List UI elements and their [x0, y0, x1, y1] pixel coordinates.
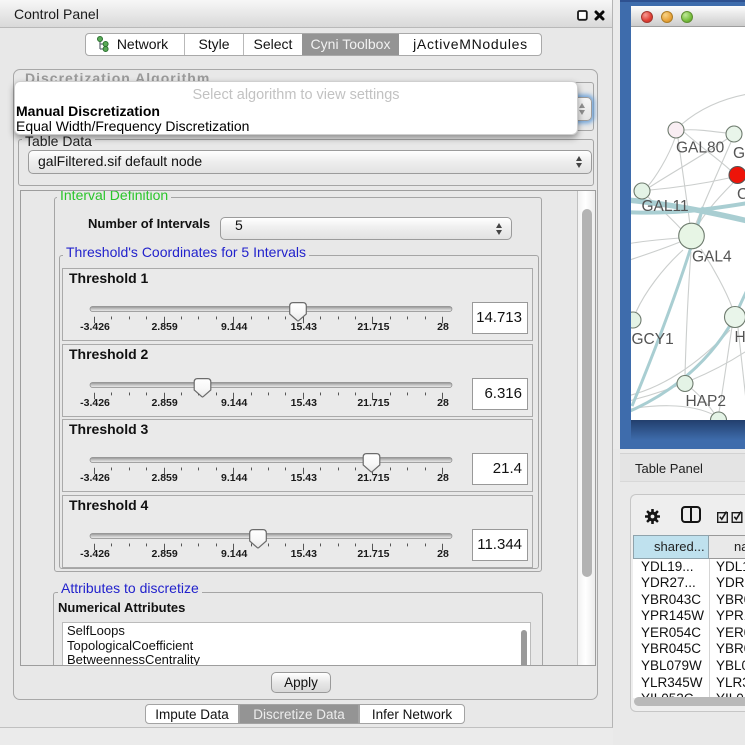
svg-text:9.144: 9.144 [221, 548, 247, 560]
svg-text:HAP2: HAP2 [686, 393, 727, 410]
svg-text:15.43: 15.43 [291, 321, 317, 333]
svg-text:9.144: 9.144 [221, 397, 247, 409]
svg-text:28: 28 [437, 397, 449, 409]
svg-text:21.715: 21.715 [357, 548, 389, 560]
svg-text:15.43: 15.43 [291, 397, 317, 409]
svg-text:15.43: 15.43 [291, 472, 317, 484]
svg-text:GAL11: GAL11 [642, 198, 689, 215]
svg-text:21.715: 21.715 [357, 472, 389, 484]
svg-text:-3.426: -3.426 [80, 397, 110, 409]
svg-text:HIS4: HIS4 [735, 329, 745, 346]
svg-text:9.144: 9.144 [221, 321, 247, 333]
svg-text:GAL80: GAL80 [676, 140, 725, 157]
svg-text:CYC8: CYC8 [737, 186, 745, 203]
svg-text:28: 28 [437, 548, 449, 560]
svg-text:GCY1: GCY1 [632, 331, 674, 348]
svg-text:2.859: 2.859 [151, 321, 177, 333]
svg-text:21.715: 21.715 [357, 397, 389, 409]
svg-text:-3.426: -3.426 [80, 321, 110, 333]
svg-text:-3.426: -3.426 [80, 472, 110, 484]
svg-text:9.144: 9.144 [221, 472, 247, 484]
svg-text:15.43: 15.43 [291, 548, 317, 560]
svg-text:GAL4: GAL4 [692, 249, 732, 266]
svg-text:-3.426: -3.426 [80, 548, 110, 560]
svg-text:2.859: 2.859 [151, 472, 177, 484]
svg-text:2.859: 2.859 [151, 397, 177, 409]
svg-text:21.715: 21.715 [357, 321, 389, 333]
svg-text:28: 28 [437, 472, 449, 484]
svg-text:28: 28 [437, 321, 449, 333]
svg-text:GAL3: GAL3 [733, 145, 745, 162]
svg-text:2.859: 2.859 [151, 548, 177, 560]
